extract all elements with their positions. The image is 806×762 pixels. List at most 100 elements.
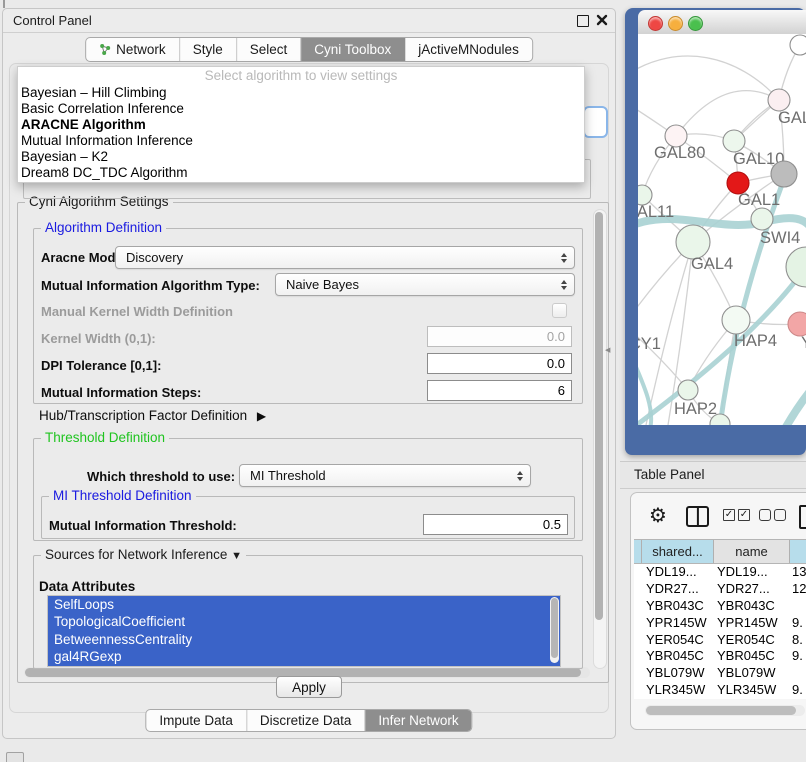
table-cell (787, 665, 806, 682)
network-node-hap4[interactable] (722, 306, 750, 334)
mi-steps-field[interactable]: 6 (427, 380, 572, 401)
row-gutter (634, 648, 641, 665)
collapse-down-icon[interactable]: ▼ (231, 550, 242, 562)
algorithm-dropdown-placeholder: Select algorithm to view settings (18, 67, 584, 85)
tab-infer-network[interactable]: Infer Network (365, 710, 471, 731)
attributes-list-scrollbar[interactable] (550, 597, 559, 663)
algorithm-option-dream8-dc-tdc-algorithm[interactable]: Dream8 DC_TDC Algorithm (18, 165, 584, 181)
table-row[interactable]: YLR345WYLR345W9. (634, 682, 806, 699)
hub-factor-section[interactable]: Hub/Transcription Factor Definition ▶ (39, 408, 266, 423)
tab-network[interactable]: Network (86, 38, 180, 61)
table-row[interactable]: YBR045CYBR045C9. (634, 648, 806, 665)
table-toolbar: ⚙ ✓ ✓ (631, 501, 806, 531)
node-table[interactable]: shared...nameA YDL19...YDL19...13YDR27..… (634, 539, 806, 699)
network-node-gal7[interactable] (768, 89, 790, 111)
node-label-gal1: GAL1 (738, 191, 780, 209)
table-row[interactable]: YER054CYER054C8. (634, 632, 806, 649)
table-cell: 8. (787, 632, 806, 649)
network-node[interactable] (790, 35, 806, 55)
tab-select[interactable]: Select (237, 38, 302, 61)
table-cell: YDR27... (712, 581, 787, 598)
row-gutter (634, 598, 641, 615)
node-label-swi4: SWI4 (760, 229, 800, 247)
close-window-icon[interactable] (596, 14, 608, 26)
zoom-traffic-light-icon[interactable] (688, 16, 703, 31)
row-gutter (634, 615, 641, 632)
control-panel-titlebar[interactable]: Control Panel (3, 9, 615, 33)
settings-vertical-scrollbar[interactable] (593, 209, 607, 669)
algorithm-option-bayesian-k2[interactable]: Bayesian – K2 (18, 149, 584, 165)
network-node-swi4[interactable] (751, 208, 773, 230)
gear-icon[interactable]: ⚙ (649, 502, 667, 530)
column-header-shared[interactable]: shared... (642, 540, 714, 563)
apply-button[interactable]: Apply (276, 676, 342, 698)
manual-kernel-width-checkbox[interactable] (552, 303, 567, 318)
table-cell: 12 (787, 581, 806, 598)
network-node[interactable] (771, 161, 797, 187)
algorithm-option-mutual-information-inference[interactable]: Mutual Information Inference (18, 133, 584, 149)
row-gutter (634, 564, 641, 581)
network-node[interactable] (786, 247, 806, 287)
algorithm-option-basic-correlation-inference[interactable]: Basic Correlation Inference (18, 101, 584, 117)
network-node-gal10[interactable] (723, 130, 745, 152)
network-node-y[interactable] (788, 312, 806, 336)
mi-algorithm-type-combobox[interactable]: Naive Bayes (275, 273, 575, 296)
focused-combo-fragment[interactable] (583, 106, 608, 138)
table-row[interactable]: YPR145WYPR145W9. (634, 615, 806, 632)
export-table-icon[interactable] (799, 505, 806, 529)
table-horizontal-scrollbar[interactable] (645, 705, 805, 716)
table-row[interactable]: YDL19...YDL19...13 (634, 564, 806, 581)
attribute-item-betweennesscentrality[interactable]: BetweennessCentrality (48, 631, 560, 648)
mi-threshold-field[interactable]: 0.5 (423, 514, 568, 535)
attribute-item-topologicalcoefficient[interactable]: TopologicalCoefficient (48, 613, 560, 630)
network-nodes: GAL7GAL80GAL10GAL1GAL11SWI4GAL4GCY1HAP4Y… (638, 35, 806, 425)
minimized-panel-icon[interactable] (6, 752, 24, 762)
table-cell: YBL079W (712, 665, 787, 682)
kernel-width-field[interactable]: 0.0 (427, 326, 572, 347)
network-node-gal4[interactable] (676, 225, 710, 259)
which-threshold-combobox[interactable]: MI Threshold (239, 464, 531, 487)
tab-style[interactable]: Style (180, 38, 237, 61)
network-view-window[interactable]: GAL7GAL80GAL10GAL1GAL11SWI4GAL4GCY1HAP4Y… (625, 8, 806, 455)
minimize-traffic-light-icon[interactable] (668, 16, 683, 31)
network-canvas[interactable]: GAL7GAL80GAL10GAL1GAL11SWI4GAL4GCY1HAP4Y… (638, 34, 806, 425)
tab-cyni-toolbox[interactable]: Cyni Toolbox (301, 38, 405, 61)
attribute-item-selfloops[interactable]: SelfLoops (48, 596, 560, 613)
algorithm-option-aracne-algorithm[interactable]: ARACNE Algorithm (18, 117, 584, 133)
tab-discretize-data[interactable]: Discretize Data (247, 710, 366, 731)
columns-icon[interactable] (686, 506, 709, 527)
tab-impute-data[interactable]: Impute Data (146, 710, 247, 731)
algorithm-option-bayesian-hill-climbing[interactable]: Bayesian – Hill Climbing (18, 85, 584, 101)
table-cell: 9. (787, 648, 806, 665)
panel-splitter-handle[interactable]: ◀ (605, 346, 610, 354)
network-node-hap2[interactable] (678, 380, 698, 400)
table-row[interactable]: YBR043CYBR043C (634, 598, 806, 615)
row-gutter (634, 581, 641, 598)
attribute-item-gal4rgexp[interactable]: gal4RGexp (48, 648, 560, 665)
kernel-width-label: Kernel Width (0,1): (41, 331, 156, 346)
stepper-icon (561, 253, 567, 263)
table-panel: ⚙ ✓ ✓ shared...nameA YDL19...YDL19...13Y… (630, 492, 806, 730)
data-attributes-label: Data Attributes (39, 579, 135, 594)
table-panel-header[interactable]: Table Panel (620, 461, 806, 489)
column-header-gutter[interactable] (634, 540, 642, 563)
expand-right-icon[interactable]: ▶ (257, 409, 266, 423)
column-header-name[interactable]: name (714, 540, 790, 563)
mi-steps-label: Mutual Information Steps: (41, 385, 201, 400)
mi-algorithm-type-value: Naive Bayes (286, 277, 359, 292)
network-window-titlebar[interactable] (638, 10, 806, 35)
node-label-gcy1: GCY1 (638, 335, 661, 353)
table-row[interactable]: YBL079WYBL079W (634, 665, 806, 682)
table-cell: 9. (787, 615, 806, 632)
dpi-tolerance-field[interactable]: 0.0 (427, 353, 572, 374)
tab-jactivemnodules[interactable]: jActiveMNodules (405, 38, 532, 61)
select-all-columns-icon[interactable]: ✓ ✓ (723, 509, 750, 521)
close-traffic-light-icon[interactable] (648, 16, 663, 31)
data-attributes-list[interactable]: SelfLoopsTopologicalCoefficientBetweenne… (47, 595, 561, 667)
table-cell: YBR043C (641, 598, 712, 615)
unselect-all-columns-icon[interactable] (759, 509, 786, 521)
table-row[interactable]: YDR27...YDR27...12 (634, 581, 806, 598)
column-header-a[interactable]: A (790, 540, 806, 563)
float-window-icon[interactable] (577, 15, 589, 27)
aracne-mode-combobox[interactable]: Discovery (115, 246, 575, 269)
